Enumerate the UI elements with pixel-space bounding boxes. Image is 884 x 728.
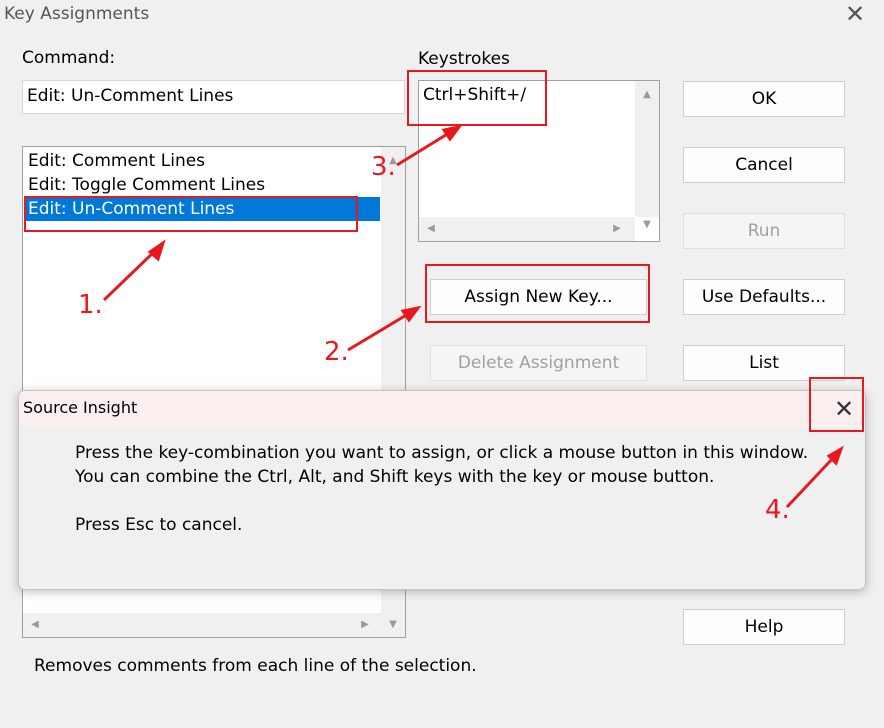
popup-title-bar: Source Insight ✕ <box>19 391 865 427</box>
popup-title: Source Insight <box>23 398 138 417</box>
source-insight-popup[interactable]: Source Insight ✕ Press the key-combinati… <box>18 390 866 590</box>
keystrokes-label: Keystrokes <box>418 49 510 69</box>
horizontal-scrollbar[interactable]: ◀ ▶ <box>419 217 635 241</box>
annotation-box-2 <box>425 264 650 323</box>
popup-line: You can combine the Ctrl, Alt, and Shift… <box>75 467 715 487</box>
vertical-scrollbar[interactable]: ▲ ▼ <box>635 81 659 230</box>
list-button[interactable]: List <box>683 345 845 381</box>
scroll-left-icon[interactable]: ◀ <box>27 619 43 630</box>
scroll-up-icon[interactable]: ▲ <box>639 89 655 100</box>
scroll-right-icon[interactable]: ▶ <box>609 223 625 234</box>
use-defaults-button[interactable]: Use Defaults... <box>683 279 845 315</box>
ok-button[interactable]: OK <box>683 81 845 117</box>
annotation-number-3: 3. <box>371 152 396 182</box>
annotation-number-1: 1. <box>78 290 103 320</box>
scroll-left-icon[interactable]: ◀ <box>423 223 439 234</box>
delete-assignment-button[interactable]: Delete Assignment <box>430 345 647 381</box>
popup-line: Press Esc to cancel. <box>75 515 243 535</box>
popup-line: Press the key-combination you want to as… <box>75 443 809 463</box>
command-description: Removes comments from each line of the s… <box>34 656 477 676</box>
annotation-number-2: 2. <box>324 337 349 367</box>
horizontal-scrollbar[interactable]: ◀ ▶ ▼ <box>23 613 405 637</box>
window-title: Key Assignments <box>4 4 150 24</box>
annotation-box-4 <box>809 377 864 432</box>
list-item[interactable]: Edit: Comment Lines <box>24 149 380 173</box>
help-button[interactable]: Help <box>683 609 845 645</box>
annotation-box-3 <box>407 70 547 126</box>
close-icon[interactable]: ✕ <box>840 0 870 28</box>
annotation-number-4: 4. <box>765 495 790 525</box>
scroll-right-icon[interactable]: ▶ <box>357 619 373 630</box>
scroll-down-icon[interactable]: ▼ <box>385 619 401 630</box>
command-input[interactable]: Edit: Un-Comment Lines <box>22 80 405 114</box>
run-button[interactable]: Run <box>683 213 845 249</box>
list-item[interactable]: Edit: Toggle Comment Lines <box>24 173 380 197</box>
annotation-box-1 <box>24 196 358 232</box>
cancel-button[interactable]: Cancel <box>683 147 845 183</box>
popup-message: Press the key-combination you want to as… <box>75 441 808 537</box>
scroll-down-icon[interactable]: ▼ <box>639 219 655 230</box>
command-label: Command: <box>22 48 116 68</box>
